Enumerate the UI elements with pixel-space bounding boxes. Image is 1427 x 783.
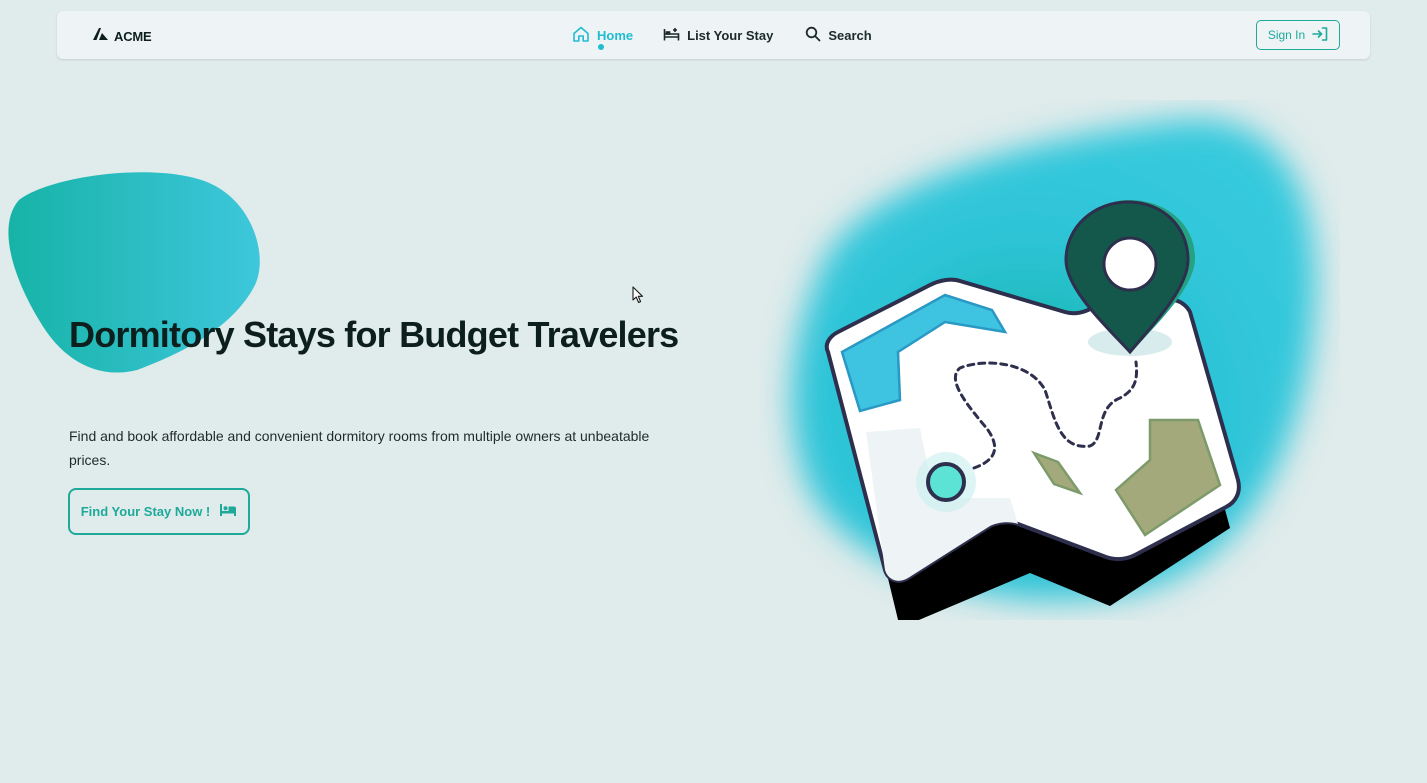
- sign-in-icon: [1312, 26, 1328, 44]
- find-your-stay-button[interactable]: Find Your Stay Now !: [68, 488, 250, 535]
- nav-home[interactable]: Home: [572, 25, 634, 50]
- main-nav: Home List Your Stay Search: [572, 25, 872, 50]
- hero-description: Find and book affordable and convenient …: [69, 428, 650, 468]
- sign-in-button[interactable]: Sign In: [1256, 20, 1340, 50]
- brand[interactable]: ACME: [93, 27, 152, 45]
- hero-title: Dormitory Stays for Budget Travelers: [69, 314, 679, 355]
- nav-search[interactable]: Search: [805, 26, 872, 45]
- bed-icon: [219, 503, 237, 520]
- brand-name: ACME: [114, 28, 152, 44]
- home-icon: [572, 25, 590, 46]
- acme-logo-icon: [93, 27, 108, 45]
- nav-home-label: Home: [597, 28, 634, 43]
- find-your-stay-label: Find Your Stay Now !: [80, 504, 211, 519]
- map-illustration: [791, 119, 1316, 620]
- nav-list-your-stay[interactable]: List Your Stay: [663, 27, 773, 45]
- mouse-cursor-icon: [632, 286, 644, 304]
- nav-search-label: Search: [828, 28, 872, 43]
- navbar: ACME Home List Your Stay Search Sign In: [57, 11, 1370, 59]
- bed-plus-icon: [663, 27, 680, 45]
- search-icon: [805, 26, 821, 45]
- sign-in-label: Sign In: [1267, 28, 1306, 42]
- nav-list-your-stay-label: List Your Stay: [687, 28, 774, 43]
- active-indicator: [598, 44, 604, 50]
